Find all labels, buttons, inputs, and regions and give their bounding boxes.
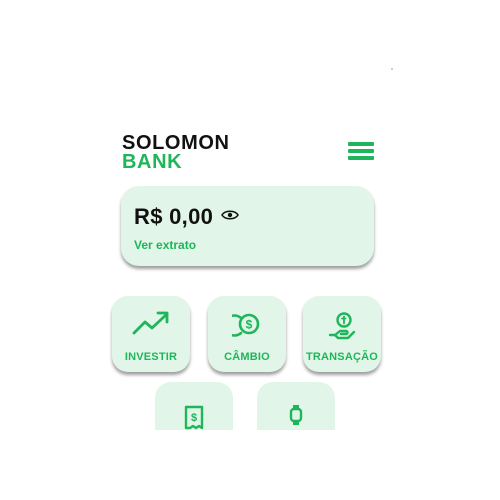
invest-button[interactable]: INVESTIR xyxy=(112,296,190,372)
smartwatch-icon xyxy=(289,405,303,425)
statement-link[interactable]: Ver extrato xyxy=(134,238,196,252)
exchange-label: CÂMBIO xyxy=(224,351,270,363)
coin-exchange-icon: $ xyxy=(232,313,260,337)
brand-name-line2: BANK xyxy=(122,151,183,173)
trend-up-icon xyxy=(132,311,169,335)
exchange-button[interactable]: $ CÂMBIO xyxy=(208,296,286,372)
menu-bar xyxy=(348,142,374,146)
hand-coin-icon xyxy=(328,312,356,340)
receipt-icon: $ xyxy=(184,405,204,430)
svg-text:$: $ xyxy=(191,412,197,424)
receipt-button[interactable]: $ xyxy=(155,382,233,430)
balance-amount: R$ 0,00 xyxy=(134,204,214,229)
transaction-label: TRANSAÇÃO xyxy=(305,351,379,363)
decorative-dot xyxy=(391,68,393,70)
svg-text:$: $ xyxy=(246,318,253,332)
balance-card: R$ 0,00 Ver extrato xyxy=(121,186,374,266)
transaction-button[interactable]: TRANSAÇÃO xyxy=(303,296,381,372)
hamburger-menu-icon[interactable] xyxy=(348,142,374,160)
brand-logo: SOLOMON BANK xyxy=(122,133,230,173)
watch-button[interactable] xyxy=(257,382,335,430)
eye-icon[interactable] xyxy=(221,209,239,221)
menu-bar xyxy=(348,149,374,153)
menu-bar xyxy=(348,156,374,160)
invest-label: INVESTIR xyxy=(124,351,178,363)
